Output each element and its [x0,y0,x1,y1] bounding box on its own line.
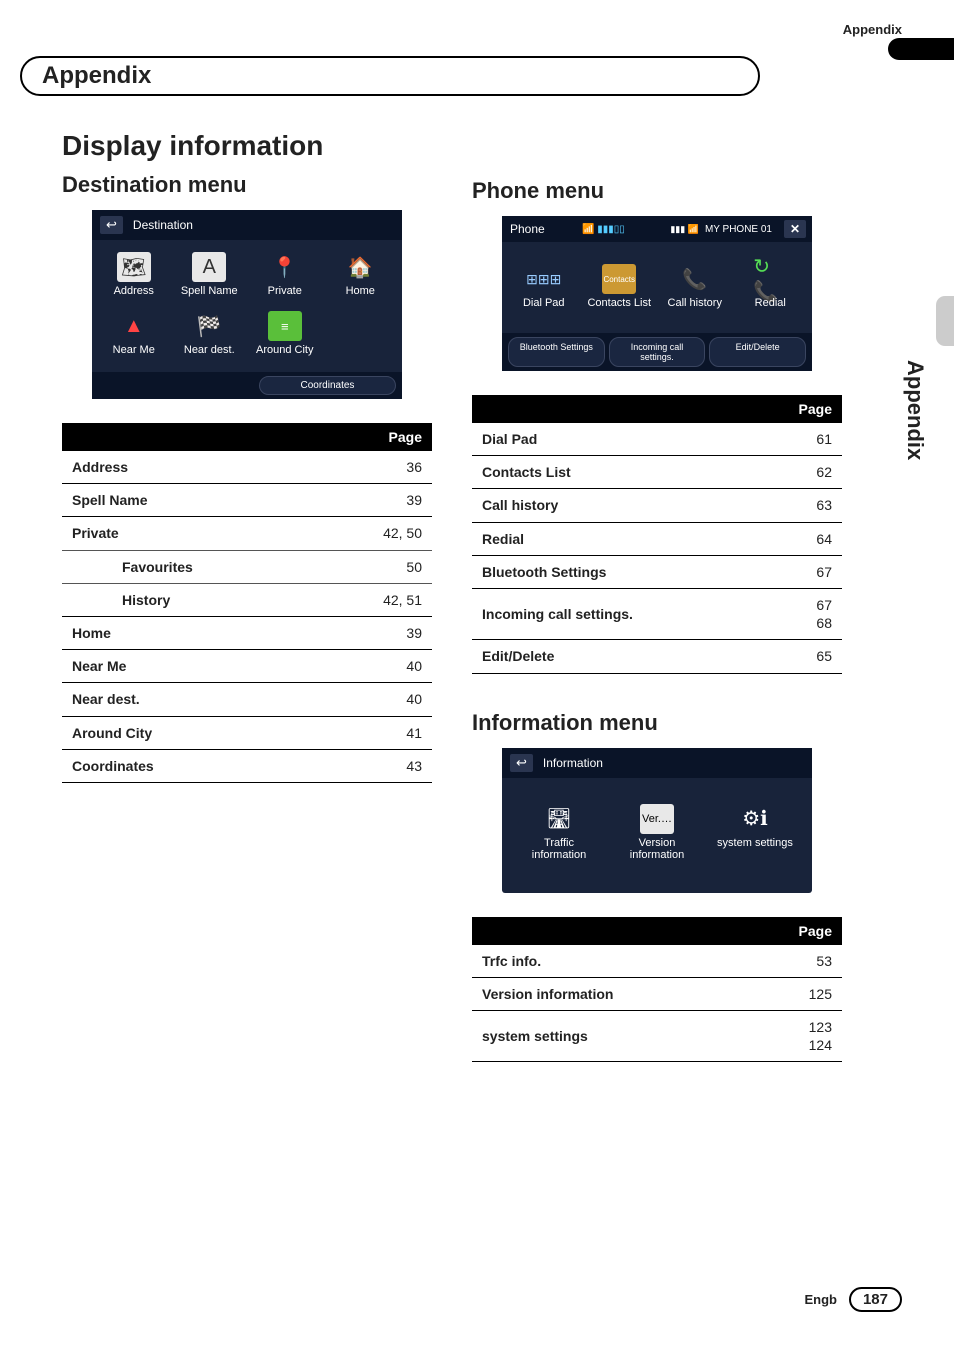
phone-item-contacts: ContactsContacts List [582,260,658,319]
incoming-call-settings-button: Incoming call settings. [609,337,706,367]
table-row: Call history63 [472,489,842,522]
footer-page-number: 187 [849,1287,902,1312]
right-column: Phone menu Phone 📶 ▮▮▮▯▯ ▮▮▮ 📶 MY PHONE … [472,130,842,1062]
phone-table: Page Dial Pad61 Contacts List62 Call his… [472,395,842,674]
table-row: Favourites50 [62,550,432,583]
table-header-blank [472,917,745,945]
table-row: Version information125 [472,977,842,1010]
header-section: Appendix [843,22,902,37]
neardest-icon: 🏁 [192,311,226,341]
battery-icon: ▮▮▮ 📶 [670,224,699,235]
redial-icon: ↻📞 [753,264,787,294]
coordinates-button: Coordinates [259,376,396,395]
table-row: Coordinates43 [62,749,432,782]
info-item-version: Ver.…Version information [608,800,706,871]
back-icon: ↩ [100,216,123,234]
side-section-label: Appendix [902,360,928,460]
table-row: Contacts List62 [472,456,842,489]
destination-screen-title: Destination [133,218,193,232]
footer: Engb 187 [804,1287,902,1312]
address-icon: 🗺 [117,252,151,282]
dest-item-home: 🏠Home [323,248,399,307]
main-content: Display information Destination menu ↩ D… [62,130,842,1062]
table-row: Private42, 50 [62,517,432,550]
table-header-blank [472,395,754,423]
dest-item-private: 📍Private [247,248,323,307]
edit-delete-button: Edit/Delete [709,337,806,367]
table-row: Bluetooth Settings67 [472,555,842,588]
destination-screenshot: ↩ Destination 🗺Address ASpell Name 📍Priv… [92,210,402,399]
dest-item-spellname: ASpell Name [172,248,248,307]
table-row: Spell Name39 [62,484,432,517]
info-item-traffic: 🛣Traffic information [510,800,608,871]
version-icon: Ver.… [640,804,674,834]
table-header-page: Page [754,395,842,423]
destination-table: Page Address36 Spell Name39 Private42, 5… [62,423,432,783]
table-row: Redial64 [472,522,842,555]
signal-icon: 📶 ▮▮▮▯▯ [582,224,625,235]
phone-item-callhistory: 📞Call history [657,260,733,319]
table-row: Edit/Delete65 [472,640,842,673]
header-black-tab [888,38,954,60]
dest-item-neardest: 🏁Near dest. [172,307,248,366]
table-row: Home39 [62,616,432,649]
close-icon: ✕ [784,220,806,238]
info-table: Page Trfc info.53 Version information125… [472,917,842,1063]
phone-screen-title: Phone [510,222,545,236]
phone-bottom: Bluetooth Settings Incoming call setting… [502,333,812,371]
left-column: Display information Destination menu ↩ D… [62,130,432,1062]
footer-lang: Engb [804,1292,837,1307]
table-header-page: Page [745,917,842,945]
info-grid: 🛣Traffic information Ver.…Version inform… [502,778,812,893]
settings-icon: ⚙ℹ [738,804,772,834]
destination-grid: 🗺Address ASpell Name 📍Private 🏠Home ▲Nea… [92,240,402,372]
phone-item-dialpad: ⊞⊞⊞Dial Pad [506,260,582,319]
info-item-system: ⚙ℹsystem settings [706,800,804,871]
destination-topbar: ↩ Destination [92,210,402,240]
table-header-blank [62,423,323,451]
destination-heading: Destination menu [62,172,432,198]
nearme-icon: ▲ [117,311,151,341]
phone-grid: ⊞⊞⊞Dial Pad ContactsContacts List 📞Call … [502,242,812,333]
info-screen-title: Information [543,756,603,770]
phone-screenshot: Phone 📶 ▮▮▮▯▯ ▮▮▮ 📶 MY PHONE 01 ✕ ⊞⊞⊞Dia… [502,216,812,371]
private-icon: 📍 [268,252,302,282]
phone-heading: Phone menu [472,178,842,204]
table-header-page: Page [323,423,432,451]
info-topbar: ↩ Information [502,748,812,778]
bluetooth-settings-button: Bluetooth Settings [508,337,605,367]
spellname-icon: A [192,252,226,282]
chapter-title: Appendix [20,56,760,96]
table-row: History42, 51 [62,583,432,616]
aroundcity-icon: ≡ [268,311,302,341]
table-row: Around City41 [62,716,432,749]
destination-bottom: Coordinates [92,372,402,399]
dest-item-aroundcity: ≡Around City [247,307,323,366]
dest-item-address: 🗺Address [96,248,172,307]
traffic-icon: 🛣 [542,804,576,834]
side-tab-marker [936,296,954,346]
dialpad-icon: ⊞⊞⊞ [527,264,561,294]
table-row: Trfc info.53 [472,945,842,978]
callhistory-icon: 📞 [678,264,712,294]
home-icon: 🏠 [343,252,377,282]
table-row: Incoming call settings.67 68 [472,588,842,639]
table-row: Address36 [62,451,432,484]
phone-device-name: MY PHONE 01 [705,224,772,235]
info-screenshot: ↩ Information 🛣Traffic information Ver.…… [502,748,812,893]
contacts-icon: Contacts [602,264,636,294]
phone-item-redial: ↻📞Redial [733,260,809,319]
table-row: Near Me40 [62,650,432,683]
phone-status: 📶 ▮▮▮▯▯ ▮▮▮ 📶 MY PHONE 01 [582,224,772,235]
phone-topbar: Phone 📶 ▮▮▮▯▯ ▮▮▮ 📶 MY PHONE 01 ✕ [502,216,812,242]
info-heading: Information menu [472,710,842,736]
page-title: Display information [62,130,432,162]
table-row: Dial Pad61 [472,423,842,456]
table-row: Near dest.40 [62,683,432,716]
back-icon: ↩ [510,754,533,772]
dest-item-nearme: ▲Near Me [96,307,172,366]
table-row: system settings123 124 [472,1010,842,1061]
